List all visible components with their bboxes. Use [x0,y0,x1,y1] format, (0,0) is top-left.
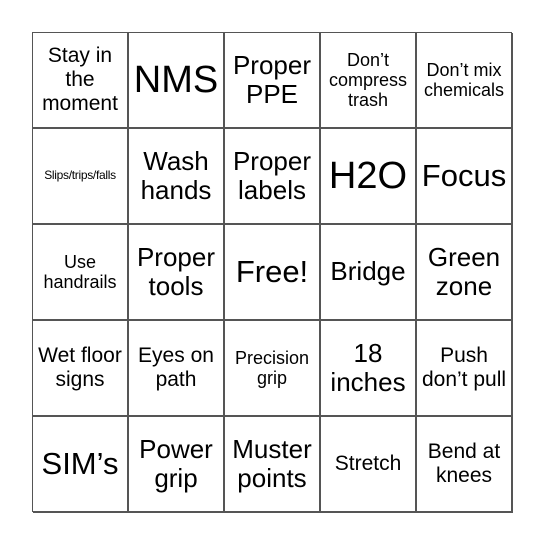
cell-label: Use handrails [43,251,117,292]
bingo-cell[interactable]: Don’t mix chemicals [417,33,513,129]
bingo-cell[interactable]: Muster points [225,417,321,513]
bingo-cell[interactable]: Bridge [321,225,417,321]
cell-label: Power grip [139,433,213,493]
cell-label: Green zone [427,241,501,301]
bingo-cell[interactable]: Precision grip [225,321,321,417]
bingo-cell[interactable]: Stretch [321,417,417,513]
cell-label: Focus [421,158,507,194]
cell-label: SIM’s [41,446,119,482]
bingo-cell[interactable]: Use handrails [33,225,129,321]
bingo-cell[interactable]: Proper labels [225,129,321,225]
bingo-cell[interactable]: Wash hands [129,129,225,225]
bingo-cell[interactable]: Stay in the moment [33,33,129,129]
cell-label: Bend at knees [427,440,501,487]
bingo-cell[interactable]: Proper PPE [225,33,321,129]
bingo-cell[interactable]: SIM’s [33,417,129,513]
bingo-cell[interactable]: Focus [417,129,513,225]
bingo-cell[interactable]: Power grip [129,417,225,513]
bingo-cell[interactable]: Push don’t pull [417,321,513,417]
bingo-cell[interactable]: Bend at knees [417,417,513,513]
bingo-cell[interactable]: NMS [129,33,225,129]
cell-label: Stay in the moment [42,44,118,115]
bingo-cell[interactable]: Green zone [417,225,513,321]
bingo-cell[interactable]: Don’t compress trash [321,33,417,129]
cell-label: Wet floor signs [38,344,122,391]
bingo-cell[interactable]: Wet floor signs [33,321,129,417]
cell-label: NMS [133,58,219,101]
cell-label: Proper tools [136,241,216,301]
cell-label: 18 inches [330,337,406,397]
bingo-cell[interactable]: Eyes on path [129,321,225,417]
cell-label: Free! [235,254,309,290]
bingo-cell[interactable]: Proper tools [129,225,225,321]
bingo-cell[interactable]: H2O [321,129,417,225]
bingo-board: Stay in the moment NMS Proper PPE Don’t … [32,32,513,513]
cell-label: Don’t mix chemicals [423,59,505,100]
cell-label: Stretch [334,452,402,476]
cell-label: Proper labels [232,145,312,205]
bingo-cell[interactable]: Slips/trips/falls [33,129,129,225]
cell-label: Push don’t pull [421,344,507,391]
bingo-cell[interactable]: 18 inches [321,321,417,417]
cell-label: Bridge [330,256,406,287]
cell-label: Muster points [232,433,312,493]
cell-label: Eyes on path [138,344,214,391]
cell-label: Proper PPE [232,49,312,109]
cell-label: Don’t compress trash [328,49,408,111]
cell-label: H2O [328,154,408,197]
cell-label: Wash hands [140,145,212,205]
bingo-cell-free-space[interactable]: Free! [225,225,321,321]
cell-label: Slips/trips/falls [44,168,116,183]
cell-label: Precision grip [234,347,310,388]
